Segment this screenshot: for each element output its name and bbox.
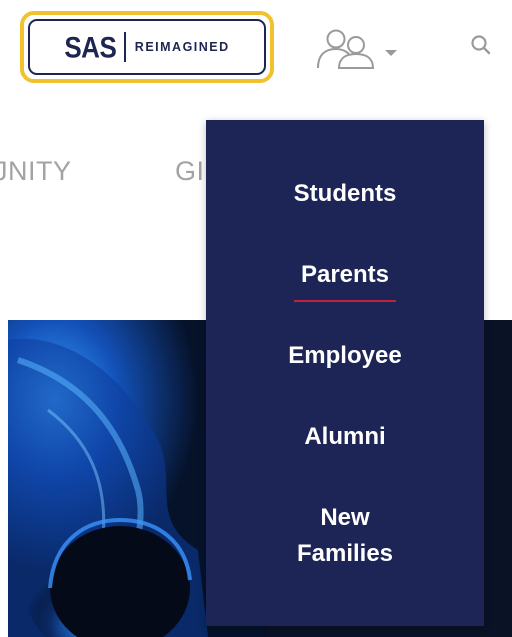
logo-frame: SAS REIMAGINED [28,19,266,75]
new-families-line-2: Families [296,540,394,567]
logo-reimagined-text: REIMAGINED [134,40,230,54]
caret-down-icon [385,50,397,56]
new-families-line-1: New [320,504,370,531]
dropdown-item-alumni[interactable]: Alumni [206,419,484,455]
user-menu-button[interactable] [312,24,408,72]
search-icon[interactable] [470,34,492,56]
page: SAS REIMAGINED JNITY GI Students Parents… [0,0,512,637]
users-icon [317,29,375,69]
user-type-dropdown: Students Parents Employee Alumni New Fam… [206,120,484,626]
nav-item-giving[interactable]: GI [175,156,205,187]
dropdown-item-parents[interactable]: Parents [206,257,484,293]
site-logo[interactable]: SAS REIMAGINED [20,11,274,83]
dropdown-item-employee[interactable]: Employee [206,338,484,374]
dropdown-item-new-families[interactable]: New Families [206,500,484,572]
dropdown-item-students[interactable]: Students [206,176,484,212]
logo-sas-text: SAS [64,29,117,64]
logo-divider [124,32,126,62]
nav-item-community[interactable]: JNITY [0,156,72,187]
active-item-underline [294,300,396,302]
